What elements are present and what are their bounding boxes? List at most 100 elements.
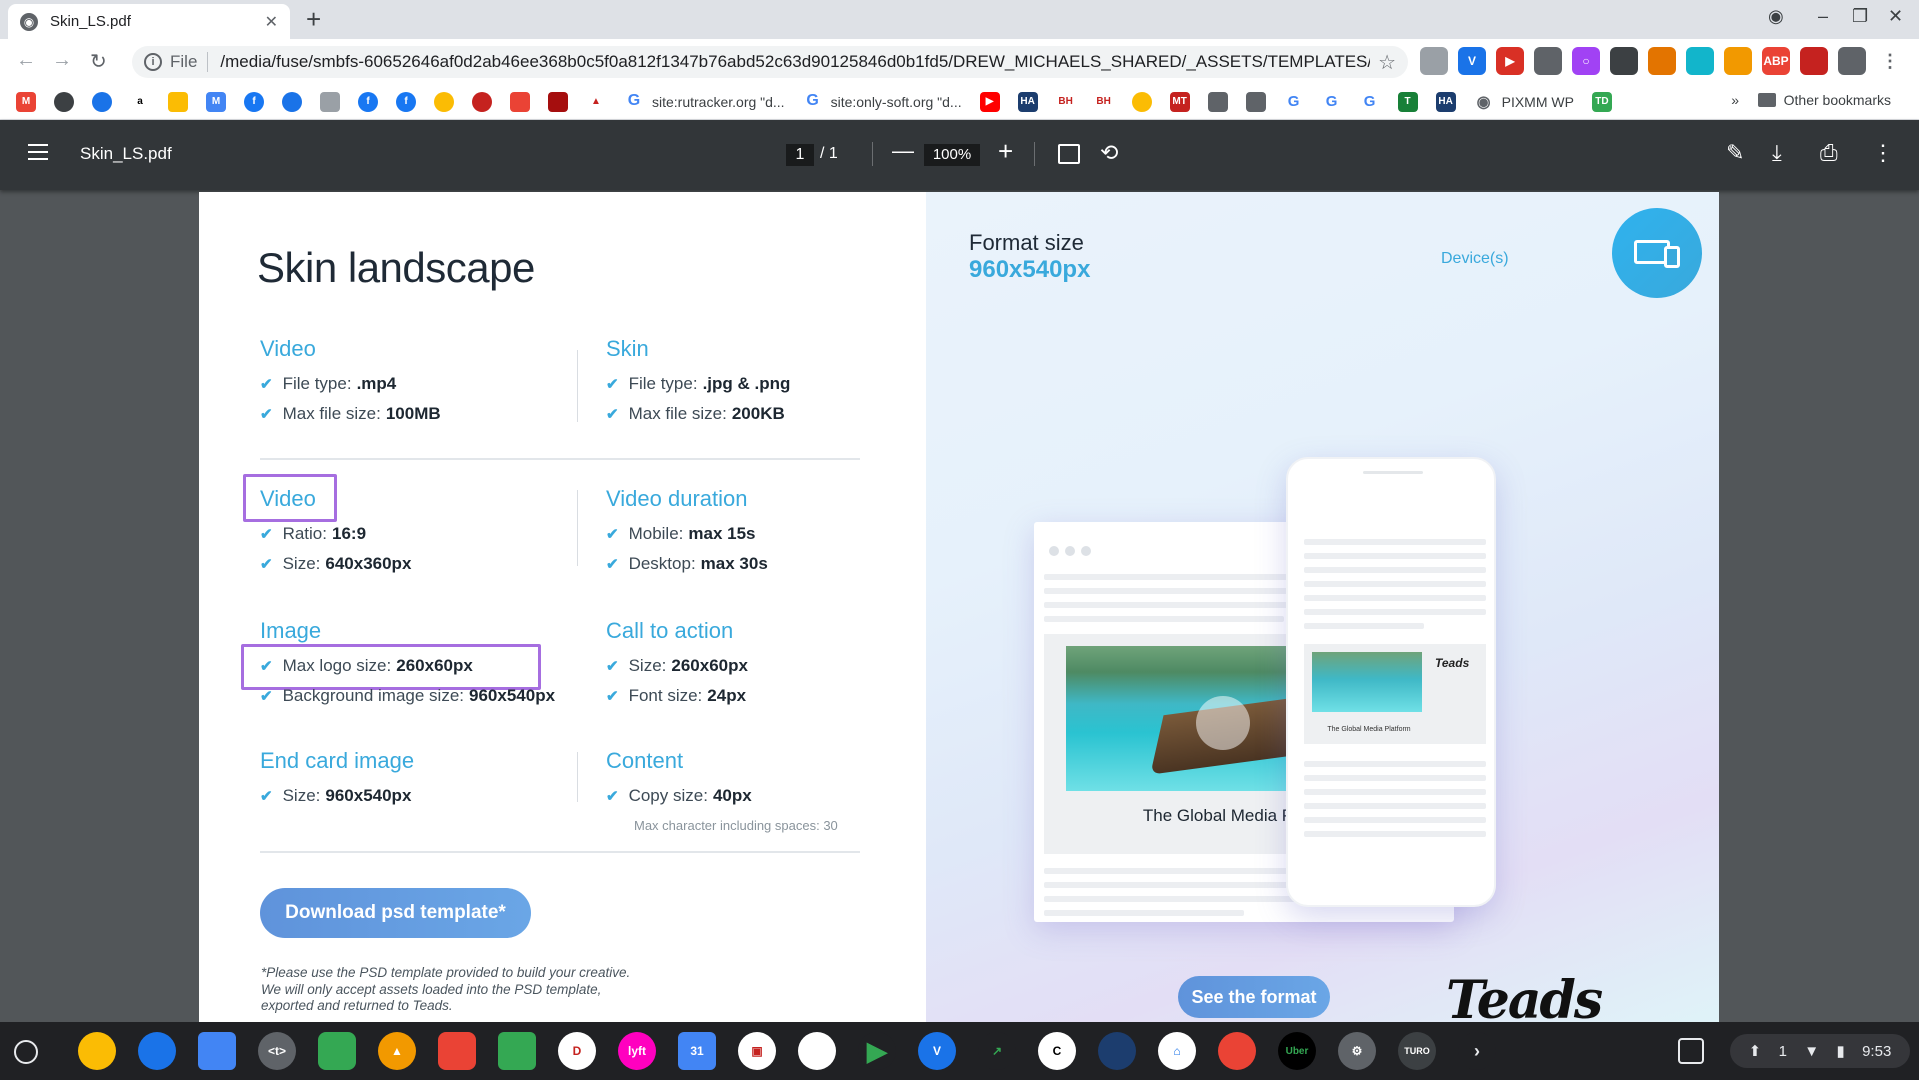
shelf-overflow-icon[interactable]: › xyxy=(1458,1032,1496,1070)
cast-icon[interactable] xyxy=(1420,47,1448,75)
sheets-icon[interactable] xyxy=(498,1032,536,1070)
close-tab-icon[interactable]: ✕ xyxy=(265,12,278,32)
youtube-icon[interactable]: ▶ xyxy=(979,91,1000,112)
bookmark-icon[interactable] xyxy=(54,91,74,112)
more-vert-icon[interactable]: ⋮ xyxy=(1876,47,1904,75)
uber-eats-icon[interactable]: Uber xyxy=(1278,1032,1316,1070)
bookmark-icon[interactable] xyxy=(1131,91,1152,112)
bookmark-icon[interactable]: BH xyxy=(1055,91,1076,112)
bookmarks-overflow[interactable]: » xyxy=(1731,92,1739,108)
bookmark-icon[interactable] xyxy=(548,91,568,112)
bookmark-icon[interactable]: T xyxy=(1397,91,1418,112)
app-icon[interactable]: D xyxy=(558,1032,596,1070)
tab-active[interactable]: ◉ Skin_LS.pdf ✕ xyxy=(8,4,290,39)
app-icon[interactable] xyxy=(1098,1032,1136,1070)
other-bookmarks[interactable]: Other bookmarks xyxy=(1757,92,1891,108)
page-number-input[interactable]: 1 xyxy=(786,144,814,166)
tab-search-icon[interactable]: ◉ xyxy=(1768,6,1784,27)
bookmark-star-icon[interactable]: ☆ xyxy=(1378,50,1396,75)
bookmark-pixmm[interactable]: ◉ PIXMM WP xyxy=(1474,92,1574,112)
terminal-icon[interactable]: <t> xyxy=(258,1032,296,1070)
zoom-input[interactable]: 100% xyxy=(924,144,980,166)
clipboard-icon[interactable] xyxy=(1678,1038,1704,1064)
calendar-icon[interactable]: 31 xyxy=(678,1032,716,1070)
restore-icon[interactable]: ❐ xyxy=(1852,6,1868,27)
puzzle-icon[interactable] xyxy=(1838,47,1866,75)
venmo-icon[interactable]: V xyxy=(918,1032,956,1070)
stocks-icon[interactable]: ↗ xyxy=(978,1032,1016,1070)
bookmark-icon[interactable]: ▲ xyxy=(586,91,606,112)
vimeo-extension-icon[interactable]: V xyxy=(1458,47,1486,75)
cloud-icon[interactable] xyxy=(92,91,112,112)
bookmark-icon[interactable] xyxy=(1207,91,1228,112)
zoom-in-button[interactable]: + xyxy=(998,136,1013,167)
meet-icon[interactable] xyxy=(318,1032,356,1070)
download-icon[interactable]: ⤓ xyxy=(1772,140,1782,166)
fit-to-page-icon[interactable] xyxy=(1058,144,1080,164)
devices-button[interactable] xyxy=(1612,208,1702,298)
annotate-pen-icon[interactable]: ✎ xyxy=(1726,140,1744,166)
bookmark-rutracker[interactable]: Gsite:rutracker.org "d... xyxy=(624,92,785,112)
zoom-out-button[interactable]: — xyxy=(892,138,914,164)
forward-icon[interactable]: → xyxy=(52,49,72,72)
app-icon[interactable]: C xyxy=(1038,1032,1076,1070)
facebook-icon[interactable]: f xyxy=(358,91,378,112)
reload-icon[interactable]: ↻ xyxy=(90,49,107,74)
new-tab-button[interactable]: + xyxy=(306,4,321,35)
info-icon[interactable]: i xyxy=(144,53,162,71)
adblock-icon[interactable]: ABP xyxy=(1762,47,1790,75)
bag-icon[interactable] xyxy=(168,91,188,112)
bookmark-icon[interactable] xyxy=(1245,91,1266,112)
launcher-icon[interactable] xyxy=(14,1040,38,1064)
lyft-icon[interactable]: lyft xyxy=(618,1032,656,1070)
facebook-icon[interactable]: f xyxy=(396,91,416,112)
files-icon[interactable] xyxy=(198,1032,236,1070)
bookmark-icon[interactable] xyxy=(472,91,492,112)
play-store-icon[interactable]: ▶ xyxy=(858,1032,896,1070)
google-icon[interactable]: G xyxy=(1283,91,1304,112)
url-text[interactable]: /media/fuse/smbfs-60652646af0d2ab46ee368… xyxy=(220,52,1370,72)
vlc-icon[interactable]: ▲ xyxy=(378,1032,416,1070)
bookmark-only-soft[interactable]: Gsite:only-soft.org "d... xyxy=(803,92,961,112)
google-icon[interactable]: G xyxy=(1359,91,1380,112)
devices-link[interactable]: Device(s) xyxy=(1441,250,1509,268)
back-icon[interactable]: ← xyxy=(16,49,36,72)
bookmark-icon[interactable]: HA xyxy=(1435,91,1456,112)
bookmark-icon[interactable]: HA xyxy=(1017,91,1038,112)
minimize-icon[interactable]: – xyxy=(1818,6,1828,27)
facebook-icon[interactable]: f xyxy=(244,91,264,112)
extension-icon[interactable] xyxy=(1686,47,1714,75)
google-icon[interactable]: G xyxy=(1321,91,1342,112)
bookmark-icon[interactable] xyxy=(320,91,340,112)
rotate-icon[interactable]: ⟲ xyxy=(1100,140,1118,166)
bookmark-icon[interactable] xyxy=(434,91,454,112)
extension-icon[interactable] xyxy=(1800,47,1828,75)
metamask-icon[interactable] xyxy=(1724,47,1752,75)
turo-icon[interactable]: TURO xyxy=(1398,1032,1436,1070)
messages-icon[interactable] xyxy=(138,1032,176,1070)
print-icon[interactable]: ⎙ xyxy=(1820,140,1838,166)
slack-icon[interactable] xyxy=(798,1032,836,1070)
bookmark-icon[interactable]: MT xyxy=(1169,91,1190,112)
download-template-button[interactable]: Download psd template* xyxy=(260,888,531,938)
app-icon[interactable] xyxy=(438,1032,476,1070)
bookmark-icon[interactable]: TD xyxy=(1591,91,1612,112)
extension-icon[interactable] xyxy=(1610,47,1638,75)
see-format-button[interactable]: See the format xyxy=(1178,976,1330,1018)
status-tray[interactable]: ⬆ 1 ▼ ▮ 9:53 xyxy=(1730,1034,1910,1068)
gmail-icon[interactable]: M xyxy=(16,91,36,112)
amazon-icon[interactable]: a xyxy=(130,91,150,112)
bookmark-icon[interactable]: BH xyxy=(1093,91,1114,112)
bookmark-icon[interactable] xyxy=(510,91,530,112)
doordash-icon[interactable] xyxy=(1218,1032,1256,1070)
menu-icon[interactable] xyxy=(28,144,48,160)
app-icon[interactable]: ▣ xyxy=(738,1032,776,1070)
chrome-icon[interactable] xyxy=(78,1032,116,1070)
home-icon[interactable]: ⌂ xyxy=(1158,1032,1196,1070)
video-extension-icon[interactable]: ▶ xyxy=(1496,47,1524,75)
extension-icon[interactable]: ○ xyxy=(1572,47,1600,75)
more-vert-icon[interactable]: ⋮ xyxy=(1872,140,1894,166)
settings-icon[interactable]: ⚙ xyxy=(1338,1032,1376,1070)
close-window-icon[interactable]: ✕ xyxy=(1888,6,1903,27)
address-bar[interactable]: i File /media/fuse/smbfs-60652646af0d2ab… xyxy=(132,46,1408,78)
